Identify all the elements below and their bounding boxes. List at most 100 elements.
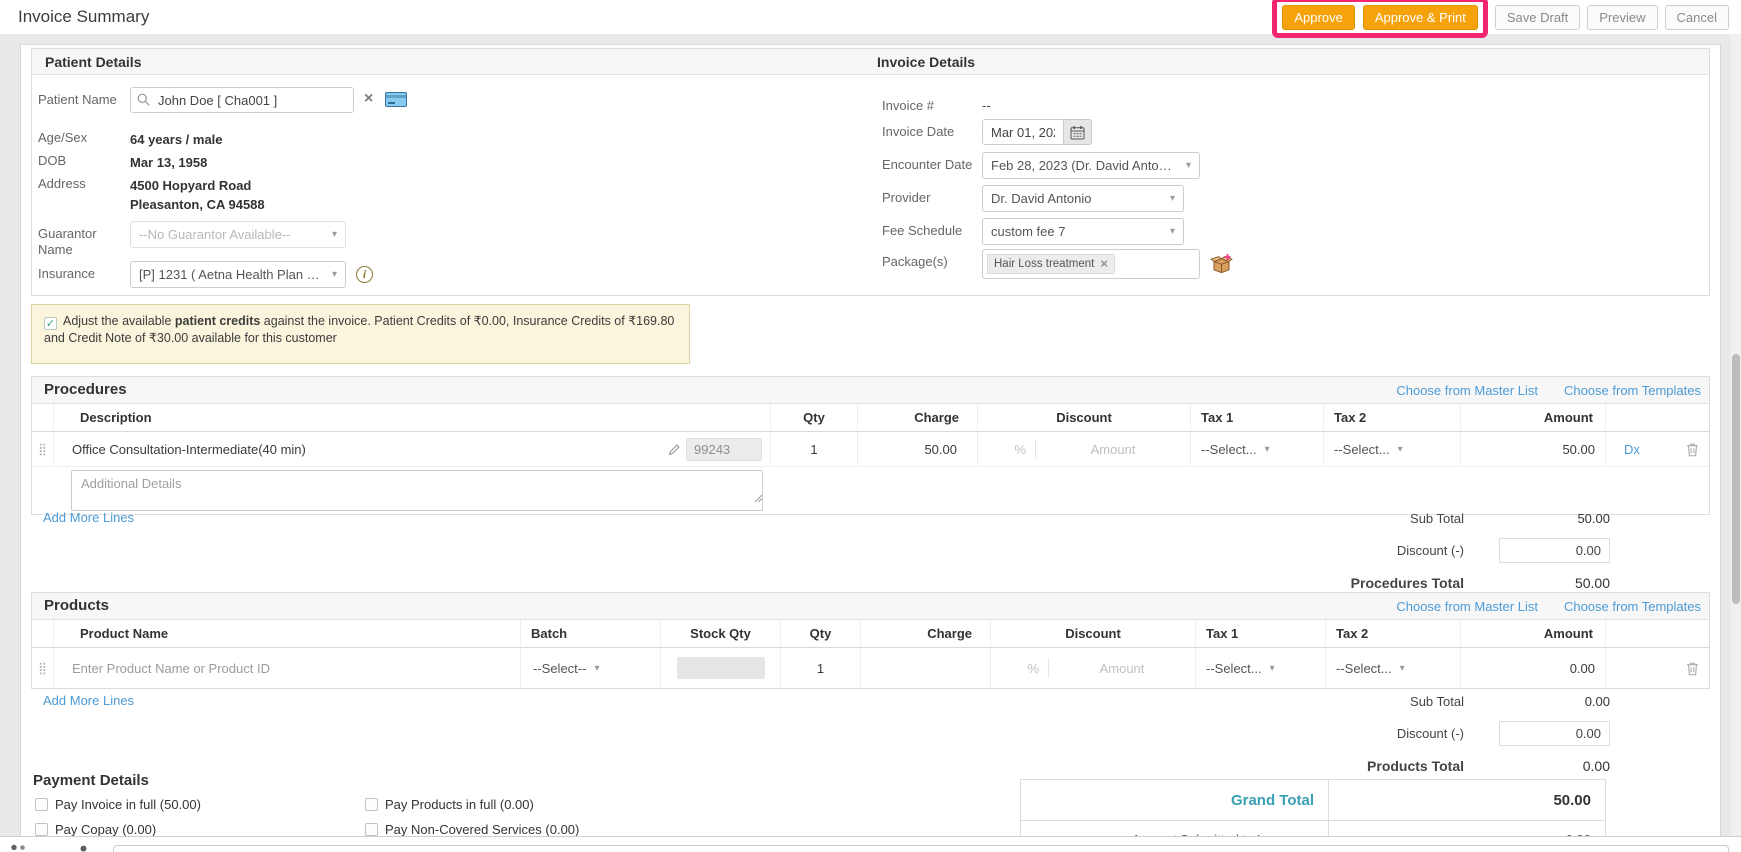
procedures-discount-input[interactable] bbox=[1499, 538, 1610, 563]
contacts-icon[interactable] bbox=[8, 844, 28, 852]
dob-label: DOB bbox=[38, 153, 67, 168]
product-amount: 0.00 bbox=[1461, 648, 1606, 688]
products-header: Products Choose from Master List Choose … bbox=[32, 593, 1709, 620]
guarantor-row: Guarantor Name --No Guarantor Available-… bbox=[32, 221, 346, 258]
add-package-icon[interactable] bbox=[1210, 253, 1233, 279]
delete-row-icon[interactable] bbox=[1686, 442, 1701, 457]
product-name-field[interactable]: Enter Product Name or Product ID bbox=[54, 648, 521, 688]
product-batch-cell: --Select-- ▾ bbox=[521, 648, 661, 688]
checkbox-icon[interactable] bbox=[365, 823, 378, 836]
fee-schedule-select[interactable]: custom fee 7 ▾ bbox=[982, 218, 1184, 245]
tax2-select[interactable]: --Select... ▾ bbox=[1334, 442, 1403, 457]
procedures-subtotal-value: 50.00 bbox=[1577, 511, 1610, 526]
procedure-description-cell: Office Consultation-Intermediate(40 min)… bbox=[54, 432, 771, 466]
discount-percent-field[interactable]: % bbox=[978, 442, 1035, 457]
tax1-select[interactable]: --Select... ▾ bbox=[1201, 442, 1270, 457]
procedure-qty[interactable]: 1 bbox=[771, 432, 858, 466]
invoice-number-value: -- bbox=[982, 98, 991, 113]
chevron-down-icon: ▾ bbox=[1399, 662, 1405, 674]
remove-package-icon[interactable]: × bbox=[1100, 257, 1108, 270]
pay-non-covered-option[interactable]: Pay Non-Covered Services (0.00) bbox=[365, 822, 785, 837]
procedure-code[interactable]: 99243 bbox=[686, 437, 762, 461]
pay-products-full-option[interactable]: Pay Products in full (0.00) bbox=[365, 797, 785, 812]
discount-amount-field[interactable]: Amount bbox=[1036, 442, 1190, 457]
col-qty: Qty bbox=[781, 620, 861, 648]
procedures-table-header: Description Qty Charge Discount Tax 1 Ta… bbox=[32, 404, 1709, 432]
delete-row-icon[interactable] bbox=[1686, 661, 1701, 676]
details-header-bar: Patient Details Invoice Details bbox=[32, 49, 1709, 75]
products-discount-input[interactable] bbox=[1499, 721, 1610, 746]
drag-handle-icon[interactable]: ⣿ bbox=[32, 432, 54, 466]
products-section: Products Choose from Master List Choose … bbox=[31, 592, 1710, 689]
scrollbar-track[interactable] bbox=[1731, 34, 1741, 852]
encounter-date-label: Encounter Date bbox=[882, 157, 973, 172]
preview-button[interactable]: Preview bbox=[1587, 4, 1658, 30]
batch-select[interactable]: --Select-- ▾ bbox=[533, 661, 599, 676]
dx-link[interactable]: Dx bbox=[1624, 442, 1640, 457]
pay-invoice-full-option[interactable]: Pay Invoice in full (50.00) bbox=[35, 797, 365, 812]
col-charge: Charge bbox=[858, 404, 978, 432]
payment-details-title: Payment Details bbox=[33, 772, 149, 789]
insurance-select[interactable]: [P] 1231 ( Aetna Health Plan - PP... ▾ bbox=[130, 261, 346, 288]
checkbox-icon[interactable] bbox=[365, 798, 378, 811]
page-title: Invoice Summary bbox=[18, 7, 150, 26]
products-table-header: Product Name Batch Stock Qty Qty Charge … bbox=[32, 620, 1709, 648]
packages-input[interactable]: Hair Loss treatment × bbox=[982, 249, 1200, 279]
products-discount-label: Discount (-) bbox=[1396, 726, 1464, 741]
tax1-select[interactable]: --Select... ▾ bbox=[1206, 661, 1275, 676]
discount-percent-field[interactable]: % bbox=[991, 661, 1048, 676]
product-charge[interactable] bbox=[861, 648, 991, 688]
products-add-more-link[interactable]: Add More Lines bbox=[43, 693, 134, 708]
procedures-section: Procedures Choose from Master List Choos… bbox=[31, 376, 1710, 515]
provider-select[interactable]: Dr. David Antonio ▾ bbox=[982, 185, 1184, 212]
age-sex-row: Age/Sex 64 years / male bbox=[32, 125, 223, 149]
drag-handle-icon[interactable]: ⣿ bbox=[32, 648, 54, 688]
choose-templates-link[interactable]: Choose from Templates bbox=[1564, 383, 1701, 398]
pay-copay-option[interactable]: Pay Copay (0.00) bbox=[35, 822, 365, 837]
main-panel: Patient Details Invoice Details Patient … bbox=[20, 44, 1721, 852]
scrollbar-thumb[interactable] bbox=[1732, 354, 1740, 604]
procedures-add-more-link[interactable]: Add More Lines bbox=[43, 510, 134, 525]
checkbox-icon[interactable] bbox=[35, 823, 48, 836]
calendar-icon[interactable] bbox=[1064, 119, 1092, 145]
patient-name-row: Patient Name × bbox=[32, 87, 408, 113]
discount-amount-field[interactable]: Amount bbox=[1049, 661, 1195, 676]
col-description: Description bbox=[54, 404, 771, 432]
choose-master-list-link[interactable]: Choose from Master List bbox=[1396, 383, 1538, 398]
user-avatar-icon[interactable] bbox=[76, 845, 91, 852]
package-tag-label: Hair Loss treatment bbox=[994, 258, 1095, 270]
clear-patient-icon[interactable]: × bbox=[364, 90, 373, 108]
encounter-date-select[interactable]: Feb 28, 2023 (Dr. David Antonio) [... ▾ bbox=[982, 152, 1200, 179]
products-total-value: 0.00 bbox=[1582, 757, 1610, 774]
product-qty[interactable]: 1 bbox=[781, 648, 861, 688]
payment-checkboxes: Pay Invoice in full (50.00) Pay Products… bbox=[35, 797, 785, 837]
invoice-date-input[interactable] bbox=[982, 119, 1064, 145]
approve-button[interactable]: Approve bbox=[1282, 4, 1355, 30]
col-amount: Amount bbox=[1461, 404, 1606, 432]
choose-templates-link[interactable]: Choose from Templates bbox=[1564, 599, 1701, 614]
cancel-button[interactable]: Cancel bbox=[1664, 4, 1729, 30]
tax2-select[interactable]: --Select... ▾ bbox=[1336, 661, 1405, 676]
procedure-description[interactable]: Office Consultation-Intermediate(40 min) bbox=[72, 442, 306, 457]
invoice-date-label: Invoice Date bbox=[882, 124, 955, 139]
smart-chat-input[interactable] bbox=[113, 845, 1729, 852]
grand-total-row: Grand Total 50.00 bbox=[1021, 780, 1605, 820]
grand-total-value: 50.00 bbox=[1328, 780, 1605, 820]
guarantor-select[interactable]: --No Guarantor Available-- ▾ bbox=[130, 221, 346, 248]
choose-master-list-link[interactable]: Choose from Master List bbox=[1396, 599, 1538, 614]
invoice-number-label: Invoice # bbox=[882, 98, 935, 113]
save-draft-button[interactable]: Save Draft bbox=[1494, 4, 1581, 30]
procedure-charge[interactable]: 50.00 bbox=[858, 432, 978, 466]
provider-row: Provider Dr. David Antonio ▾ bbox=[876, 185, 1184, 212]
age-sex-value: 64 years / male bbox=[130, 132, 223, 147]
approve-print-button[interactable]: Approve & Print bbox=[1362, 4, 1478, 30]
adjust-credits-checkbox[interactable]: ✓ bbox=[44, 317, 57, 330]
guarantor-label: Guarantor Name bbox=[38, 226, 97, 257]
checkbox-icon[interactable] bbox=[35, 798, 48, 811]
patient-name-input[interactable] bbox=[130, 87, 354, 113]
edit-pencil-icon[interactable] bbox=[669, 443, 680, 455]
fee-schedule-row: Fee Schedule custom fee 7 ▾ bbox=[876, 218, 1184, 245]
info-icon[interactable]: i bbox=[356, 266, 373, 283]
insurance-card-icon[interactable] bbox=[385, 92, 408, 107]
procedure-amount: 50.00 bbox=[1461, 432, 1606, 466]
